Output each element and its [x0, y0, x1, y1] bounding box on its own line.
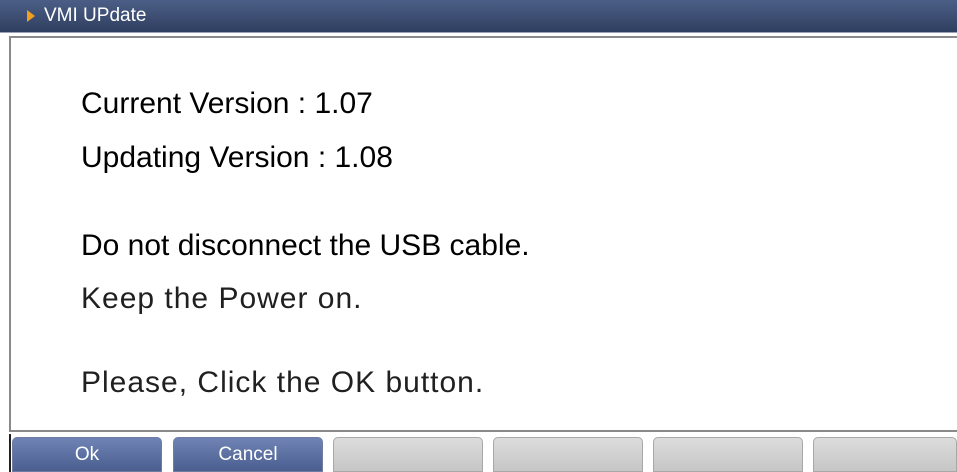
- empty-softkey-3: [333, 437, 483, 472]
- cancel-button[interactable]: Cancel: [173, 437, 323, 472]
- triangle-right-icon: [27, 10, 35, 22]
- update-dialog: VMI UPdate Current Version : 1.07 Updati…: [0, 0, 957, 472]
- ok-button[interactable]: Ok: [12, 437, 162, 472]
- title-bar: VMI UPdate: [0, 0, 957, 33]
- empty-softkey-5: [653, 437, 803, 472]
- message-panel: Current Version : 1.07 Updating Version …: [9, 36, 957, 432]
- usb-warning-text: Do not disconnect the USB cable.: [81, 229, 530, 262]
- updating-version-text: Updating Version : 1.08: [81, 141, 393, 174]
- button-bar: Ok Cancel: [0, 432, 957, 472]
- bar-divider: [9, 434, 11, 472]
- window-title: VMI UPdate: [44, 5, 147, 26]
- empty-softkey-6: [813, 437, 957, 472]
- instruction-text: Please, Click the OK button.: [81, 366, 485, 399]
- empty-softkey-4: [493, 437, 643, 472]
- current-version-text: Current Version : 1.07: [81, 87, 373, 120]
- power-warning-text: Keep the Power on.: [81, 282, 363, 315]
